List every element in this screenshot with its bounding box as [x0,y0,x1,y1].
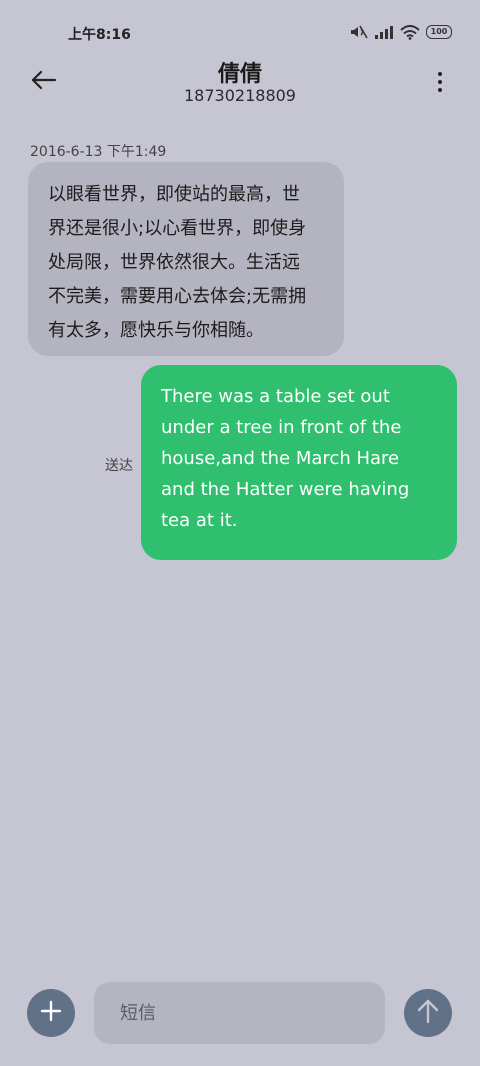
message-line: 有太多，愿快乐与你相随。 [48,320,264,341]
more-options-button[interactable] [428,66,452,98]
sms-input[interactable] [94,982,385,1044]
message-line: house,and the March Hare [161,448,400,469]
message-line: tea at it. [161,510,238,531]
outgoing-message-bubble[interactable]: There was a table set out under a tree i… [141,365,457,560]
contact-name: 倩倩 [217,62,262,87]
plus-icon [40,1000,62,1026]
more-vertical-icon [438,72,442,76]
message-line: There was a table set out [161,386,390,407]
delivery-status: 送达 [105,458,133,474]
message-line: under a tree in front of the [161,417,402,438]
conversation-header: 倩倩 18730218809 [0,56,480,116]
message-line: and the Hatter were having [161,479,410,500]
send-button[interactable] [404,989,452,1037]
status-icons: 100 [348,24,452,40]
status-bar: 上午8:16 100 [0,0,480,60]
send-arrow-icon [416,998,440,1028]
message-line: 处局限，世界依然很大。生活远 [48,252,300,273]
wifi-icon [400,24,420,40]
contact-phone-number: 18730218809 [184,86,296,105]
add-attachment-button[interactable] [27,989,75,1037]
message-line: 以眼看世界，即使站的最高，世 [48,184,300,205]
mute-icon [348,24,368,40]
message-line: 界还是很小;以心看世界，即使身 [48,218,307,239]
message-line: 不完美，需要用心去体会;无需拥 [48,286,307,307]
status-time: 上午8:16 [68,27,131,43]
incoming-message-bubble[interactable]: 以眼看世界，即使站的最高，世 界还是很小;以心看世界，即使身 处局限，世界依然很… [28,162,344,356]
signal-icon [374,25,394,39]
battery-icon: 100 [426,25,452,39]
message-timestamp: 2016-6-13 下午1:49 [30,144,167,160]
